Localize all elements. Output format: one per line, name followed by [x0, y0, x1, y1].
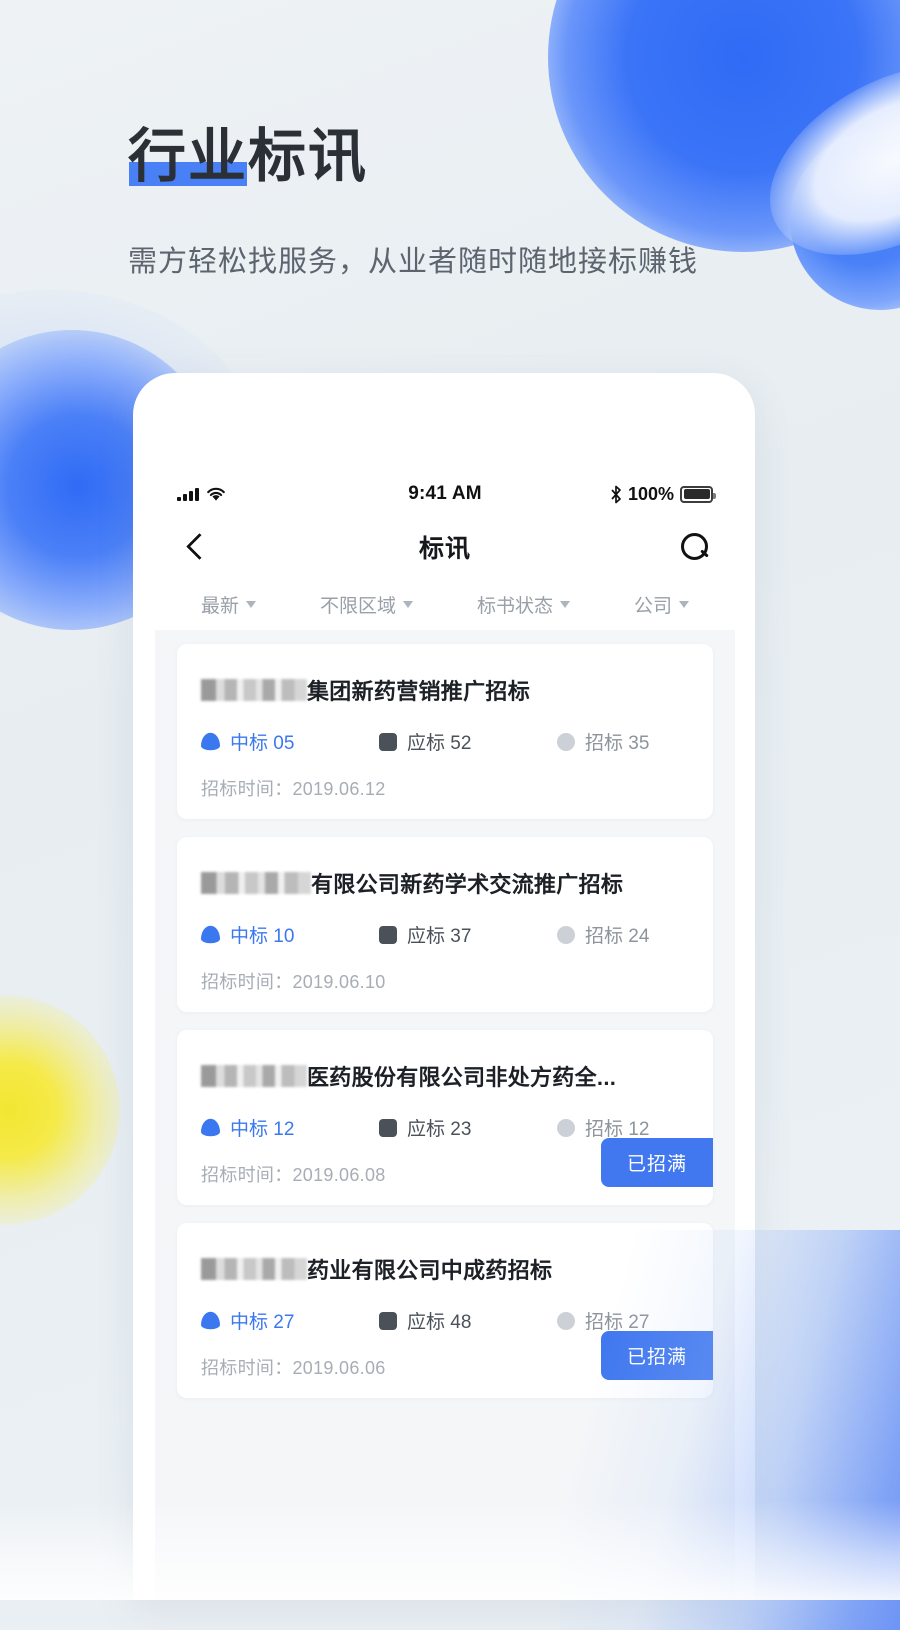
- stat-won: 中标 27: [201, 1307, 379, 1334]
- circle-icon: [557, 925, 575, 944]
- tender-card-title: 医药股份有限公司非处方药全...: [201, 1060, 689, 1092]
- tender-card-title: 有限公司新药学术交流推广招标: [201, 867, 689, 899]
- status-bar: 9:41 AM 100%: [155, 472, 735, 516]
- water-drop-icon: [201, 925, 220, 944]
- stat-tender: 招标 24: [557, 921, 649, 948]
- stat-tender: 招标 27: [557, 1307, 649, 1334]
- filter-bar: 最新 不限区域 标书状态 公司: [155, 578, 735, 630]
- redacted-company-name: [201, 1258, 307, 1280]
- redacted-company-name: [201, 1065, 307, 1087]
- circle-icon: [557, 1118, 575, 1137]
- square-icon: [379, 925, 397, 944]
- tender-card-stats: 中标 05 应标 52 招标 35: [201, 728, 689, 755]
- filter-region-label: 不限区域: [319, 595, 396, 617]
- stat-bid-label: 应标 52: [407, 733, 472, 754]
- tender-card-stats: 中标 27 应标 48 招标 27: [201, 1307, 689, 1334]
- tender-card-stats: 中标 12 应标 23 招标 12: [201, 1114, 689, 1141]
- search-icon[interactable]: [677, 530, 711, 564]
- hero-title-wrap: 行业标讯: [128, 124, 369, 189]
- stat-bid: 应标 52: [379, 728, 557, 755]
- stat-tender-label: 招标 35: [585, 733, 650, 754]
- square-icon: [379, 1311, 397, 1330]
- tender-card[interactable]: 有限公司新药学术交流推广招标中标 10 应标 37 招标 24 招标时间：2019.0…: [177, 837, 713, 1012]
- circle-icon: [557, 732, 575, 751]
- tender-card[interactable]: 集团新药营销推广招标中标 05 应标 52 招标 35 招标时间：2019.06.12: [177, 644, 713, 819]
- tender-card-title: 药业有限公司中成药招标: [201, 1253, 689, 1285]
- battery-icon: [680, 485, 716, 503]
- stat-won: 中标 12: [201, 1114, 379, 1141]
- square-icon: [379, 1118, 397, 1137]
- water-drop-icon: [201, 1118, 220, 1137]
- stat-bid: 应标 48: [379, 1307, 557, 1334]
- water-drop-icon: [201, 1311, 220, 1330]
- tender-card-title-text: 有限公司新药学术交流推广招标: [311, 872, 624, 897]
- stat-won-label: 中标 05: [230, 733, 295, 754]
- chevron-down-icon: [679, 600, 689, 608]
- tender-card[interactable]: 医药股份有限公司非处方药全... 中标 12 应标 23 招标 12 招标时间：2019…: [177, 1030, 713, 1205]
- circle-icon: [557, 1311, 575, 1330]
- tender-card-stats: 中标 10 应标 37 招标 24: [201, 921, 689, 948]
- stat-tender-label: 招标 12: [585, 1119, 650, 1140]
- filter-sort-label: 最新: [200, 595, 239, 617]
- stat-bid-label: 应标 48: [407, 1312, 472, 1333]
- tender-card-title-text: 医药股份有限公司非处方药全...: [307, 1065, 617, 1090]
- tender-card[interactable]: 药业有限公司中成药招标 中标 27 应标 48 招标 27 招标时间：2019.06.0…: [177, 1223, 713, 1398]
- stat-won-label: 中标 12: [230, 1119, 295, 1140]
- redacted-company-name: [201, 679, 307, 701]
- redacted-company-name: [201, 872, 311, 894]
- stat-bid: 应标 23: [379, 1114, 557, 1141]
- page-title: 标讯: [418, 535, 471, 563]
- tender-card-title-text: 药业有限公司中成药招标: [307, 1258, 553, 1283]
- stat-bid-label: 应标 37: [407, 926, 472, 947]
- stat-won: 中标 10: [201, 921, 379, 948]
- status-bar-time: 9:41 AM: [408, 483, 482, 504]
- stat-won: 中标 05: [201, 728, 379, 755]
- hero-title-text: 行业标讯: [128, 124, 369, 189]
- full-status-button[interactable]: 已招满: [600, 1138, 713, 1187]
- stat-won-label: 中标 10: [230, 926, 295, 947]
- tender-card-title: 集团新药营销推广招标: [201, 674, 689, 706]
- tender-card-title-text: 集团新药营销推广招标: [307, 679, 531, 704]
- phone-screen: 9:41 AM 100% 标讯 最新 不限区域 标书状态 公司 集团新药营销推广…: [155, 472, 735, 1600]
- tender-card-date: 招标时间：2019.06.10: [201, 972, 386, 992]
- filter-company-label: 公司: [633, 595, 672, 617]
- tender-card-list: 集团新药营销推广招标中标 05 应标 52 招标 35 招标时间：2019.06.12…: [155, 630, 735, 1398]
- square-icon: [379, 732, 397, 751]
- stat-tender-label: 招标 27: [585, 1312, 650, 1333]
- filter-region[interactable]: 不限区域: [320, 591, 413, 618]
- stat-tender-label: 招标 24: [585, 926, 650, 947]
- chevron-down-icon: [560, 600, 570, 608]
- stat-won-label: 中标 27: [230, 1312, 295, 1333]
- chevron-down-icon: [403, 600, 413, 608]
- hero-title: 行业标讯: [128, 124, 369, 189]
- water-drop-icon: [201, 732, 220, 751]
- filter-status[interactable]: 标书状态: [477, 591, 570, 618]
- chevron-down-icon: [246, 600, 256, 608]
- full-status-button[interactable]: 已招满: [600, 1331, 713, 1380]
- hero-subtitle: 需方轻松找服务，从业者随时随地接标赚钱: [128, 246, 699, 278]
- filter-sort[interactable]: 最新: [201, 591, 256, 618]
- stat-bid: 应标 37: [379, 921, 557, 948]
- back-button[interactable]: [179, 530, 213, 564]
- tender-card-date: 招标时间：2019.06.12: [201, 779, 386, 799]
- nav-bar: 标讯: [155, 516, 735, 578]
- filter-company[interactable]: 公司: [634, 591, 689, 618]
- stat-tender: 招标 12: [557, 1114, 649, 1141]
- stat-tender: 招标 35: [557, 728, 649, 755]
- stat-bid-label: 应标 23: [407, 1119, 472, 1140]
- filter-status-label: 标书状态: [476, 595, 553, 617]
